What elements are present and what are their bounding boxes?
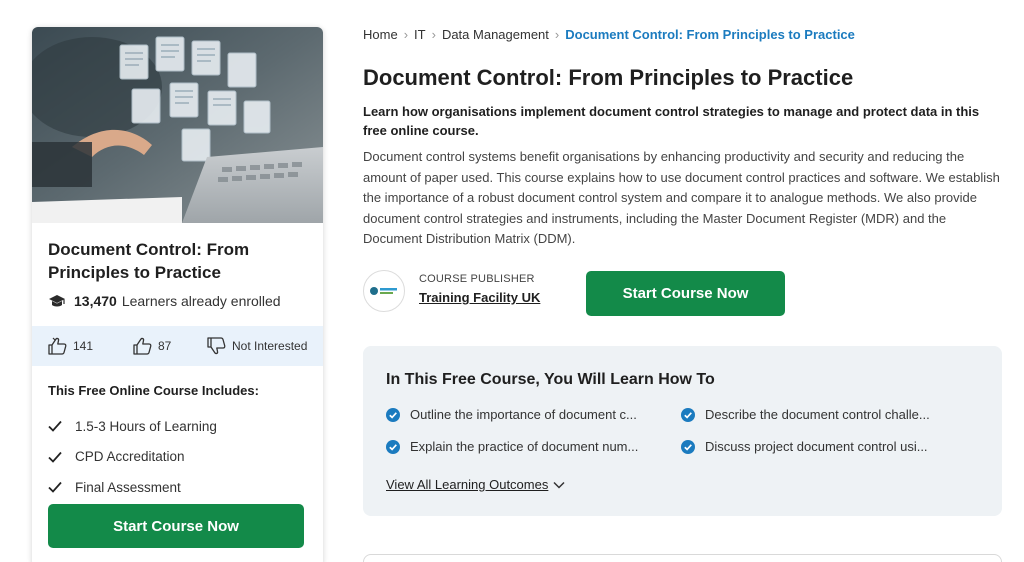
check-circle-icon bbox=[681, 439, 695, 454]
outcome-text: Describe the document control challe... bbox=[705, 407, 930, 422]
check-icon bbox=[48, 421, 62, 433]
includes-title: This Free Online Course Includes: bbox=[48, 383, 259, 398]
breadcrumb: Home › IT › Data Management › Document C… bbox=[363, 27, 855, 42]
publisher-logo[interactable] bbox=[363, 270, 405, 312]
outcome-text: Outline the importance of document c... bbox=[410, 407, 637, 422]
view-all-outcomes-link[interactable]: View All Learning Outcomes bbox=[386, 477, 565, 492]
card-start-course-button[interactable]: Start Course Now bbox=[48, 504, 304, 548]
publisher-name-link[interactable]: Training Facility UK bbox=[419, 290, 540, 305]
outcome-text: Discuss project document control usi... bbox=[705, 439, 928, 454]
dislike-button[interactable]: 87 bbox=[132, 337, 171, 355]
learning-outcomes-box: In This Free Course, You Will Learn How … bbox=[363, 346, 1002, 516]
view-all-label: View All Learning Outcomes bbox=[386, 477, 549, 492]
not-interested-label: Not Interested bbox=[232, 339, 308, 353]
learning-outcome-item: Explain the practice of document num... bbox=[386, 439, 638, 454]
feedback-bar: 141 87 Not Interested bbox=[32, 326, 323, 366]
card-course-title: Document Control: From Principles to Pra… bbox=[48, 240, 250, 282]
breadcrumb-current[interactable]: Document Control: From Principles to Pra… bbox=[565, 27, 855, 42]
course-description: Document control systems benefit organis… bbox=[363, 149, 1000, 246]
course-card: Document Control: From Principles to Pra… bbox=[32, 27, 323, 562]
course-image bbox=[32, 27, 323, 223]
check-circle-icon bbox=[386, 407, 400, 422]
like-count: 141 bbox=[73, 339, 94, 353]
course-publisher: COURSE PUBLISHER Training Facility UK bbox=[363, 270, 540, 312]
thumbs-down-icon bbox=[133, 337, 152, 355]
page-title: Document Control: From Principles to Pra… bbox=[363, 65, 854, 90]
thumbs-up-icon bbox=[48, 337, 67, 355]
include-label: 1.5-3 Hours of Learning bbox=[75, 418, 217, 434]
check-icon bbox=[48, 482, 62, 494]
list-item: 1.5-3 Hours of Learning bbox=[48, 411, 217, 442]
learning-outcome-item: Discuss project document control usi... bbox=[681, 439, 928, 454]
learning-outcome-item: Describe the document control challe... bbox=[681, 407, 930, 422]
learning-outcome-item: Outline the importance of document c... bbox=[386, 407, 637, 422]
list-item: CPD Accreditation bbox=[48, 442, 217, 473]
breadcrumb-data-management[interactable]: Data Management bbox=[442, 27, 549, 42]
breadcrumb-separator-icon: › bbox=[431, 27, 436, 42]
learners-label: Learners already enrolled bbox=[121, 293, 281, 309]
include-label: Final Assessment bbox=[75, 479, 181, 495]
list-item: Final Assessment bbox=[48, 472, 217, 503]
breadcrumb-it[interactable]: IT bbox=[414, 27, 426, 42]
outcome-text: Explain the practice of document num... bbox=[410, 439, 639, 454]
not-interested-button[interactable]: Not Interested bbox=[206, 337, 307, 355]
breadcrumb-separator-icon: › bbox=[554, 27, 560, 42]
chevron-down-icon bbox=[553, 481, 565, 489]
publisher-text: COURSE PUBLISHER Training Facility UK bbox=[419, 273, 540, 305]
includes-list: 1.5-3 Hours of Learning CPD Accreditatio… bbox=[48, 411, 217, 503]
learners-count: 13,470 bbox=[74, 293, 117, 309]
include-label: CPD Accreditation bbox=[75, 449, 185, 465]
graduation-cap-icon bbox=[49, 295, 65, 307]
not-interested-icon bbox=[207, 337, 226, 355]
publisher-label: COURSE PUBLISHER bbox=[419, 273, 535, 285]
learning-outcomes-title: In This Free Course, You Will Learn How … bbox=[386, 371, 715, 388]
publisher-logo-icon bbox=[370, 287, 397, 295]
enrolled-count: 13,470 Learners already enrolled bbox=[48, 293, 281, 309]
next-section-box bbox=[363, 554, 1002, 562]
check-circle-icon bbox=[386, 439, 400, 454]
dislike-count: 87 bbox=[158, 339, 172, 353]
check-circle-icon bbox=[681, 407, 695, 422]
breadcrumb-home[interactable]: Home bbox=[363, 27, 398, 42]
check-icon bbox=[48, 451, 62, 463]
start-course-button[interactable]: Start Course Now bbox=[586, 271, 785, 316]
course-subtitle: Learn how organisations implement docume… bbox=[363, 104, 980, 138]
breadcrumb-separator-icon: › bbox=[403, 27, 409, 42]
like-button[interactable]: 141 bbox=[47, 337, 93, 355]
